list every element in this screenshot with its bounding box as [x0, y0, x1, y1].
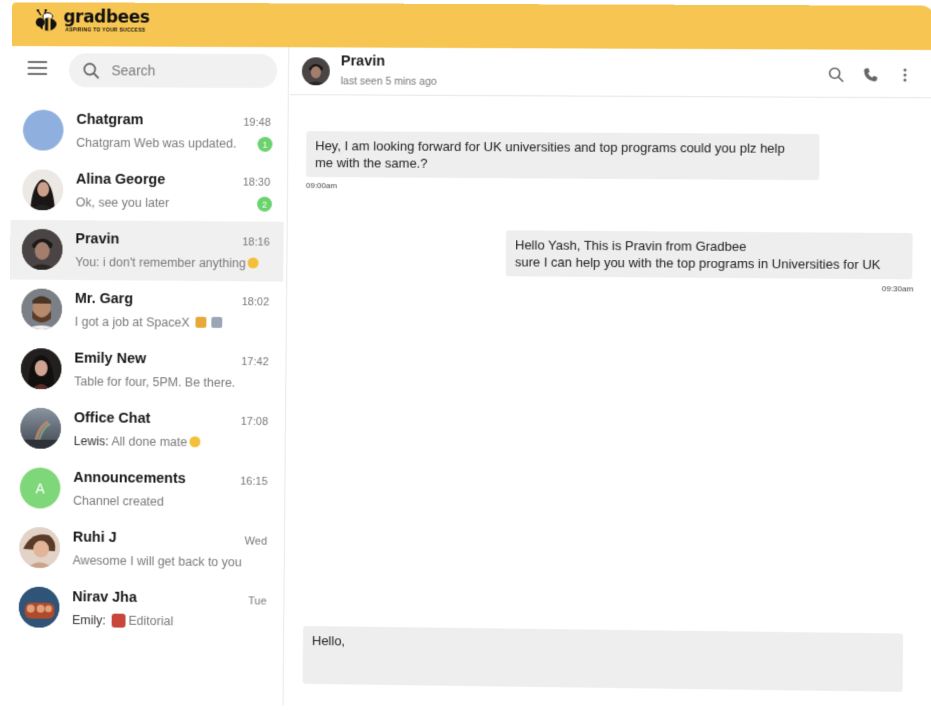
chat-time: Wed [244, 535, 268, 548]
chat-app: gradbees ASPIRING TO YOUR SUCCESS Chatgr… [6, 2, 931, 710]
hamburger-icon[interactable] [27, 60, 48, 77]
chat-item-mr-garg[interactable]: Mr. Garg 18:02 I got a job at SpaceX [9, 279, 283, 341]
chat-name: Nirav Jha [72, 589, 137, 606]
message-time: 09:30am [881, 284, 914, 294]
chat-item-pravin[interactable]: Pravin 18:16 You: i don't remember anyth… [9, 219, 284, 282]
chat-time: 19:48 [243, 116, 271, 129]
grin-emoji-icon [247, 257, 259, 269]
pravin-avatar[interactable] [302, 57, 330, 86]
ruhi-avatar [19, 526, 61, 569]
last-seen-status: last seen 5 mins ago [340, 75, 437, 88]
chat-item-chatgram[interactable]: Chatgram 19:48 Chatgram Web was updated.… [11, 101, 285, 162]
search-icon[interactable] [828, 67, 844, 83]
alina-avatar [22, 169, 64, 211]
chat-item-nirav-jha[interactable]: Nirav Jha Tue Emily: Editorial [7, 578, 281, 641]
emily-avatar [20, 348, 62, 390]
search-input[interactable] [111, 62, 261, 79]
brand-tagline: ASPIRING TO YOUR SUCCESS [65, 27, 146, 34]
chat-preview: Emily: Editorial [72, 613, 174, 629]
phone-icon[interactable] [862, 67, 878, 83]
chat-preview: Lewis: All done mate [74, 434, 201, 449]
office-avatar [20, 407, 62, 449]
nirav-avatar [18, 586, 60, 628]
editorial-thumbnail-icon [111, 613, 126, 628]
message-incoming: Hey, I am looking forward for UK univers… [306, 131, 820, 181]
chat-name: Office Chat [73, 410, 151, 427]
brand-bar: gradbees ASPIRING TO YOUR SUCCESS [11, 2, 931, 51]
message-text: me with the same.? [315, 155, 428, 171]
chat-time: 17:08 [240, 415, 269, 429]
chat-time: 18:16 [242, 236, 270, 249]
chat-preview: Channel created [73, 493, 164, 509]
unread-badge: 1 [257, 136, 273, 152]
chat-preview: Chatgram Web was updated. [76, 135, 237, 151]
message-time: 09:00am [305, 180, 337, 191]
pravin-avatar [21, 228, 63, 270]
message-outgoing: Hello Yash, This is Pravin from Gradbee … [505, 230, 913, 280]
gradbees-logo[interactable]: gradbees ASPIRING TO YOUR SUCCESS [34, 7, 150, 34]
chat-preview: Table for four, 5PM. Be there. [74, 374, 236, 390]
chat-name: Pravin [75, 231, 120, 248]
bee-icon [36, 8, 57, 31]
chat-time: 18:02 [241, 296, 270, 309]
brand-name: gradbees [63, 7, 150, 28]
chat-preview: Ok, see you later [75, 195, 170, 211]
message-text: sure I can help you with the top program… [514, 254, 881, 273]
party-popper-icon [194, 316, 206, 328]
chat-item-office-chat[interactable]: Office Chat 17:08 Lewis: All done mate [8, 399, 282, 461]
message-composer[interactable]: Hello, [302, 625, 904, 692]
rocket-icon [211, 316, 223, 328]
garg-avatar [21, 288, 63, 330]
chat-name: Alina George [75, 171, 166, 189]
chat-time: 16:15 [240, 475, 268, 488]
announcements-avatar: A [19, 467, 61, 509]
chat-preview: I got a job at SpaceX [75, 315, 223, 330]
search-icon [83, 62, 100, 79]
chat-time: Tue [248, 595, 267, 608]
chat-preview: Awesome I will get back to you [72, 553, 242, 570]
sidebar-header [11, 46, 289, 97]
more-icon[interactable] [897, 67, 913, 83]
chat-sidebar: Chatgram 19:48 Chatgram Web was updated.… [6, 46, 290, 706]
chatgram-avatar [22, 109, 64, 151]
chat-name: Ruhi J [72, 529, 117, 546]
chat-time: 18:30 [242, 176, 271, 189]
smile-emoji-icon [189, 436, 201, 448]
chat-item-emily-new[interactable]: Emily New 17:42 Table for four, 5PM. Be … [9, 339, 283, 401]
chat-name: Emily New [74, 350, 147, 368]
chat-preview: You: i don't remember anything [75, 255, 259, 270]
conversation-panel: Pravin last seen 5 mins ago Hey, I am lo… [284, 47, 931, 710]
unread-badge: 2 [256, 196, 273, 212]
chat-name: Mr. Garg [74, 290, 134, 308]
chat-item-alina-george[interactable]: Alina George 18:30 Ok, see you later 2 [10, 160, 284, 221]
chat-item-announcements[interactable]: A Announcements 16:15 Channel created [8, 458, 282, 521]
contact-name: Pravin [340, 53, 386, 70]
conversation-header: Pravin last seen 5 mins ago [289, 47, 931, 99]
chat-time: 17:42 [241, 356, 269, 369]
chat-item-ruhi-j[interactable]: Ruhi J Wed Awesome I will get back to yo… [7, 518, 281, 581]
header-actions [828, 67, 913, 83]
chat-list: Chatgram 19:48 Chatgram Web was updated.… [7, 101, 289, 641]
chat-name: Chatgram [76, 111, 144, 129]
chat-name: Announcements [73, 469, 186, 488]
search-bar[interactable] [68, 53, 278, 89]
